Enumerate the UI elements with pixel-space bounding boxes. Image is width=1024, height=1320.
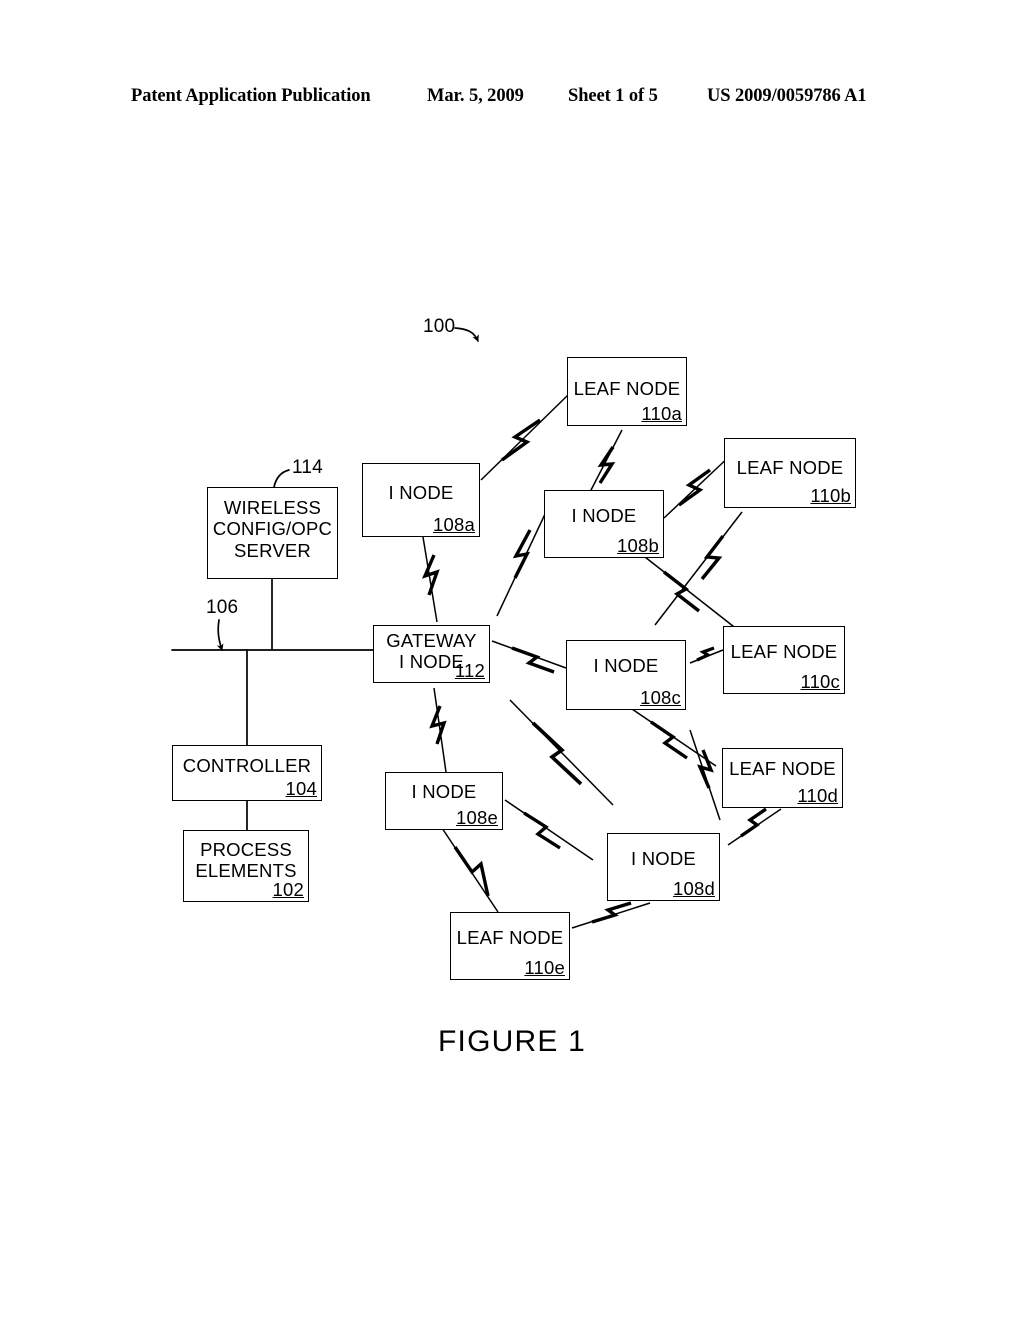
wireless-link-110c-108d (689, 729, 721, 821)
node-process-elements[interactable]: PROCESS ELEMENTS 102 (183, 830, 309, 902)
label-bus-106: 106 (206, 597, 239, 618)
wireless-link-gateway-108d (509, 699, 614, 806)
wireless-link-108e-108d (504, 799, 594, 861)
wireless-link-108d-110d (727, 807, 782, 846)
wireless-link-110b-108c (654, 511, 743, 626)
node-leaf-node-110e-ref: 110e (524, 956, 565, 978)
wireless-link-110e-108d (571, 901, 651, 929)
node-leaf-node-110b-ref: 110b (810, 484, 851, 506)
label-server-114: 114 (292, 457, 323, 478)
node-gateway-i-node-ref: 112 (454, 659, 485, 681)
node-leaf-node-110a-ref: 110a (641, 402, 682, 424)
node-i-node-108c-ref: 108c (640, 686, 681, 708)
node-i-node-108b[interactable]: I NODE 108b (544, 490, 664, 558)
node-process-elements-title: PROCESS ELEMENTS (195, 839, 297, 882)
wireless-link-gateway-108e (429, 687, 447, 773)
wireless-link-108c-108d (631, 708, 717, 767)
node-wireless-config-opc-server-title: WIRELESS CONFIG/OPC SERVER (212, 497, 333, 561)
wireless-link-108c-110c (689, 646, 724, 664)
node-leaf-node-110e-title: LEAF NODE (456, 927, 564, 948)
node-i-node-108e-title: I NODE (411, 781, 477, 802)
node-i-node-108a[interactable]: I NODE 108a (362, 463, 480, 537)
figure-caption: FIGURE 1 (438, 1025, 586, 1058)
node-leaf-node-110e[interactable]: LEAF NODE 110e (450, 912, 570, 980)
lead-line-system-100 (454, 327, 479, 342)
node-i-node-108e-ref: 108e (456, 806, 498, 828)
node-i-node-108b-ref: 108b (617, 534, 659, 556)
node-i-node-108d-ref: 108d (673, 877, 715, 899)
node-leaf-node-110c-ref: 110c (800, 670, 840, 692)
node-i-node-108a-title: I NODE (388, 482, 454, 503)
node-i-node-108c[interactable]: I NODE 108c (566, 640, 686, 710)
node-leaf-node-110c-title: LEAF NODE (730, 641, 838, 662)
lead-line-server-114 (273, 469, 290, 488)
wireless-link-gateway-108c (491, 640, 567, 674)
lead-line-bus-106 (216, 619, 224, 651)
node-leaf-node-110d-title: LEAF NODE (729, 758, 836, 779)
node-controller[interactable]: CONTROLLER 104 (172, 745, 322, 801)
wireless-link-108e-110e (441, 827, 499, 913)
node-i-node-108a-ref: 108a (433, 513, 475, 535)
node-wireless-config-opc-server[interactable]: WIRELESS CONFIG/OPC SERVER (207, 487, 338, 579)
node-leaf-node-110c[interactable]: LEAF NODE 110c (723, 626, 845, 694)
figure-1-diagram: 100 114 106 WIRELESS CONFIG/OPC SERVER C… (0, 0, 1024, 1320)
node-i-node-108c-title: I NODE (593, 655, 659, 676)
label-system-100: 100 (423, 316, 456, 337)
node-leaf-node-110d-ref: 110d (797, 784, 838, 806)
node-i-node-108d[interactable]: I NODE 108d (607, 833, 720, 901)
node-i-node-108b-title: I NODE (571, 505, 637, 526)
node-leaf-node-110b[interactable]: LEAF NODE 110b (724, 438, 856, 508)
node-leaf-node-110d[interactable]: LEAF NODE 110d (722, 748, 843, 808)
node-i-node-108e[interactable]: I NODE 108e (385, 772, 503, 830)
node-leaf-node-110b-title: LEAF NODE (736, 457, 844, 478)
node-process-elements-ref: 102 (272, 878, 304, 900)
node-gateway-i-node[interactable]: GATEWAY I NODE 112 (373, 625, 490, 683)
node-controller-ref: 104 (285, 777, 317, 799)
diagram-connector-layer (171, 327, 782, 929)
node-i-node-108d-title: I NODE (631, 848, 696, 869)
node-leaf-node-110a[interactable]: LEAF NODE 110a (567, 357, 687, 426)
wireless-link-gateway-108a (421, 536, 440, 623)
wireless-link-108a-110a (480, 394, 569, 481)
wireless-link-gateway-108b (496, 511, 547, 617)
wireless-link-108b-110b (663, 452, 734, 519)
node-controller-title: CONTROLLER (182, 755, 312, 776)
wireless-link-110a-108b (589, 429, 623, 493)
node-leaf-node-110a-title: LEAF NODE (573, 378, 681, 399)
